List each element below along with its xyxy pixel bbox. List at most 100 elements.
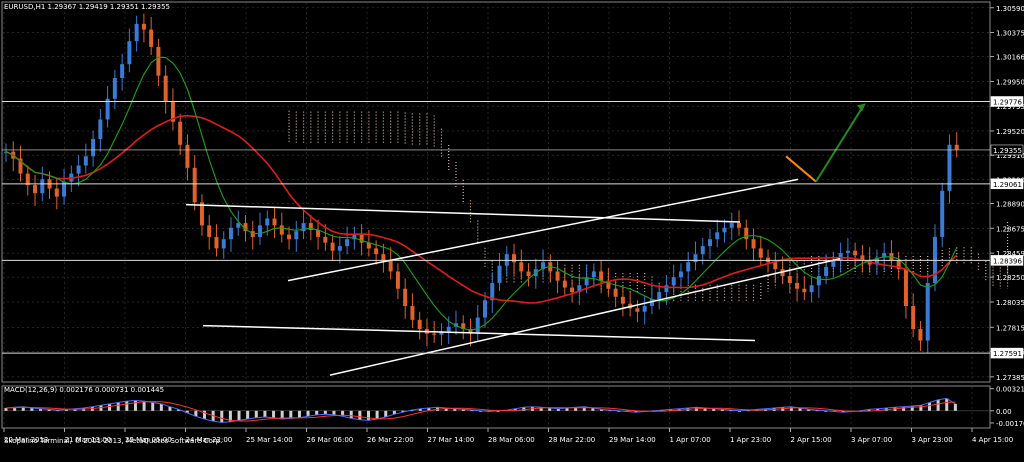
candle-body	[287, 234, 292, 240]
price-tag-label: 1.29061	[993, 181, 1022, 189]
candle-body	[149, 29, 154, 47]
candle-body	[33, 185, 38, 194]
candle-body	[664, 285, 669, 293]
time-tick-label: 26 Mar 06:00	[307, 436, 354, 444]
candle-body	[76, 165, 81, 174]
macd-histogram-bar	[297, 410, 301, 418]
candle-body	[816, 276, 821, 286]
macd-tick-label: 0.00	[996, 408, 1012, 416]
candle-body	[737, 223, 742, 228]
candle-body	[54, 188, 59, 197]
macd-histogram-bar	[254, 410, 258, 418]
candle-body	[613, 288, 618, 297]
candle-body	[795, 282, 800, 289]
candle-body	[272, 218, 277, 226]
candle-body	[635, 308, 640, 312]
candle-body	[751, 239, 756, 249]
price-tag-label: 1.28396	[993, 257, 1022, 265]
price-tick-label: 1.28675	[996, 225, 1024, 233]
candle-body	[954, 144, 959, 150]
candle-body	[519, 262, 524, 272]
candle-body	[214, 236, 219, 249]
candle-body	[381, 254, 386, 260]
ma-green-line	[5, 56, 958, 331]
candle-body	[853, 250, 858, 256]
candle-body	[715, 232, 720, 240]
macd-histogram-bar	[263, 410, 267, 417]
time-tick-label: 2 Apr 15:00	[791, 436, 832, 444]
candle-body	[787, 276, 792, 283]
price-axis: 1.305901.303751.301661.299501.297351.295…	[2, 5, 1024, 382]
candle-body	[91, 139, 96, 157]
price-tag-label: 1.29355	[993, 147, 1022, 155]
time-tick-label: 4 Apr 15:00	[972, 436, 1013, 444]
candle-body	[345, 239, 350, 247]
candle-body	[729, 223, 734, 228]
candle-body	[403, 288, 408, 306]
ma-red-line	[5, 114, 958, 304]
time-tick-label: 29 Mar 14:00	[609, 436, 656, 444]
channel-lower-line	[329, 258, 841, 376]
candle-body	[337, 246, 342, 251]
price-panel-frame	[1, 1, 991, 383]
time-tick-label: 1 Apr 07:00	[670, 436, 711, 444]
macd-histogram-bar	[366, 410, 370, 421]
candle-body	[359, 234, 364, 243]
candle-body	[112, 78, 117, 99]
macd-histogram-bar	[384, 410, 388, 417]
macd-histogram-bar	[159, 403, 163, 411]
price-tick-label: 1.27815	[996, 324, 1024, 332]
candle-body	[918, 329, 923, 341]
candle-body	[512, 254, 517, 263]
candle-body	[141, 23, 146, 30]
candle-body	[163, 75, 168, 102]
time-tick-label: 25 Mar 14:00	[246, 436, 293, 444]
candle-body	[845, 250, 850, 254]
candle-body	[410, 306, 415, 320]
candle-body	[526, 271, 531, 277]
macd-histogram-bar	[332, 410, 336, 415]
candle-body	[802, 288, 807, 293]
macd-tick-label: 0.003211	[996, 386, 1024, 394]
symbol-header: EURUSD,H1 1.29367 1.29419 1.29351 1.2935…	[4, 3, 170, 11]
price-tick-label: 1.30166	[996, 54, 1024, 62]
candle-body	[446, 326, 451, 332]
candle-body	[236, 223, 241, 228]
candle-body	[134, 23, 139, 42]
candle-body	[642, 306, 647, 312]
candle-body	[562, 280, 567, 288]
candle-body	[570, 287, 575, 293]
macd-histogram-bar	[945, 398, 949, 411]
macd-histogram-bar	[108, 403, 112, 411]
candle-body	[388, 259, 393, 272]
projection-green-line	[815, 107, 863, 183]
watermark: Skopalino Terminal, © 2001-2013, MetaQuo…	[4, 437, 222, 445]
candle-body	[497, 265, 502, 283]
candle-body	[178, 121, 183, 145]
candle-body	[265, 218, 270, 226]
candle-body	[258, 225, 263, 237]
price-tick-label: 1.29950	[996, 78, 1024, 86]
candle-body	[185, 144, 190, 168]
macd-tick-label: -0.001767	[996, 420, 1024, 428]
candle-body	[773, 262, 778, 270]
time-tick-label: 28 Mar 22:00	[549, 436, 596, 444]
candle-body	[940, 190, 945, 237]
candle-body	[83, 156, 88, 166]
candle-body	[192, 167, 197, 203]
price-tag-label: 1.27591	[993, 350, 1022, 358]
candle-body	[156, 46, 161, 76]
price-tick-label: 1.28035	[996, 299, 1024, 307]
candle-body	[127, 41, 132, 65]
time-tick-label: 3 Apr 07:00	[851, 436, 892, 444]
macd-histogram-bar	[306, 410, 310, 417]
candle-body	[330, 242, 335, 251]
candle-body	[432, 333, 437, 335]
candle-body	[221, 239, 226, 249]
price-chart[interactable]: 0.003211 0.00 -0.001767 1.30590 1.30375 1.30…	[0, 0, 1024, 462]
price-tag-label: 1.29776	[993, 98, 1022, 106]
price-tick-label: 1.28890	[996, 201, 1024, 209]
candle-body	[911, 306, 916, 330]
macd-histogram-bar	[927, 402, 931, 411]
candle-body	[686, 262, 691, 272]
